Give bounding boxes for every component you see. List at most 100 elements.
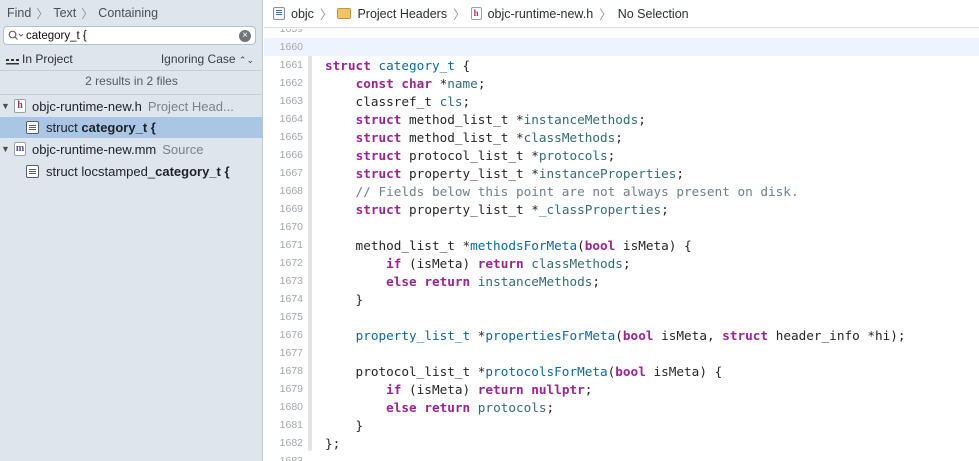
jump-bar: objc 〉 Project Headers 〉 h objc-runtime-… (264, 0, 979, 28)
line-number: 1667 (279, 167, 303, 179)
code-line[interactable]: 1664 struct method_list_t *instanceMetho… (264, 110, 979, 128)
line-number: 1661 (279, 59, 303, 71)
line-number: 1669 (279, 203, 303, 215)
jumpbar-file[interactable]: objc-runtime-new.h (488, 7, 594, 21)
chevron-right-icon: 〉 (319, 8, 333, 22)
jumpbar-group[interactable]: Project Headers (357, 7, 447, 21)
result-file-group: Source (162, 141, 204, 157)
code-line[interactable]: 1678 protocol_list_t *protocolsForMeta(b… (264, 362, 979, 380)
code-text: if (isMeta) return nullptr; (386, 381, 593, 397)
code-line[interactable]: 1661 struct category_t { (264, 56, 979, 74)
header-file-icon: h (470, 7, 482, 20)
search-input[interactable] (26, 29, 226, 42)
code-line[interactable]: 1669 struct property_list_t *_classPrope… (264, 200, 979, 218)
disclosure-triangle-icon[interactable]: ▼ (1, 144, 11, 154)
code-text: struct method_list_t *classMethods; (355, 129, 623, 145)
result-file-group: Project Head... (147, 98, 234, 114)
line-number: 1662 (279, 77, 303, 89)
code-line[interactable]: 1666 struct protocol_list_t *protocols; (264, 146, 979, 164)
match-prefix: struct (46, 120, 82, 135)
line-number: 1682 (279, 437, 303, 449)
code-line[interactable]: 1679 if (isMeta) return nullptr; (264, 380, 979, 398)
result-match-row[interactable]: struct locstamped_category_t { (0, 161, 263, 182)
result-match-text: struct locstamped_category_t { (46, 164, 230, 179)
code-text: method_list_t *methodsForMeta(bool isMet… (325, 237, 692, 253)
code-text: struct property_list_t *instanceProperti… (355, 165, 685, 181)
line-number: 1668 (279, 185, 303, 197)
line-number: 1660 (279, 41, 303, 53)
code-line[interactable]: 1673 else return instanceMethods; (264, 272, 979, 290)
line-number: 1672 (279, 257, 303, 269)
code-line[interactable]: 1671 method_list_t *methodsForMeta(bool … (264, 236, 979, 254)
code-text: // Fields below this point are not alway… (325, 183, 799, 199)
text-match-icon (26, 121, 39, 134)
line-number: 1676 (279, 329, 303, 341)
divider (0, 94, 263, 95)
code-line[interactable]: 1674 } (264, 290, 979, 308)
project-icon (273, 7, 285, 20)
code-text: struct category_t { (325, 57, 471, 73)
result-file-name: objc-runtime-new.mm (32, 141, 157, 157)
divider (0, 70, 263, 71)
find-mode-breadcrumb[interactable]: Find 〉 Text 〉 Containing (7, 5, 158, 21)
code-line[interactable]: 1660 (264, 38, 979, 56)
find-mode-containing[interactable]: Containing (98, 6, 158, 20)
line-number: 1670 (279, 221, 303, 233)
line-number: 1659 (279, 29, 303, 35)
jumpbar-project[interactable]: objc (291, 7, 314, 21)
code-line[interactable]: 1670 (264, 218, 979, 236)
line-number: 1671 (279, 239, 303, 251)
jumpbar-selection[interactable]: No Selection (618, 7, 689, 21)
disclosure-triangle-icon[interactable]: ▼ (1, 101, 11, 111)
code-text: struct property_list_t *_classProperties… (355, 201, 669, 217)
code-line[interactable]: 1682}; (264, 434, 979, 452)
line-number: 1673 (279, 275, 303, 287)
line-number: 1664 (279, 113, 303, 125)
code-line[interactable]: 1683 (264, 452, 979, 461)
match-highlight: category_t { (155, 164, 230, 179)
code-line[interactable]: 1665 struct method_list_t *classMethods; (264, 128, 979, 146)
case-sensitivity-popup[interactable]: Ignoring Case ⌃⌄ (161, 52, 254, 66)
code-line[interactable]: 1662 const char *name; (264, 74, 979, 92)
code-text: }; (325, 435, 341, 451)
code-text: } (325, 291, 364, 307)
code-line[interactable]: 1659 (264, 29, 979, 38)
code-area[interactable]: 1659 1660 1661 struct category_t {1662 cons… (264, 29, 979, 461)
chevron-right-icon: 〉 (453, 8, 466, 22)
find-search-field[interactable]: × (3, 26, 256, 45)
code-line[interactable]: 1663 classref_t cls; (264, 92, 979, 110)
line-number: 1675 (279, 311, 303, 323)
chevron-right-icon: 〉 (599, 8, 612, 22)
code-text: else return protocols; (386, 399, 555, 415)
updown-chevron-icon: ⌃⌄ (238, 55, 254, 65)
chevron-right-icon: 〉 (36, 6, 49, 21)
line-number: 1665 (279, 131, 303, 143)
result-match-row[interactable]: struct category_t { (0, 117, 263, 138)
text-match-icon (26, 165, 39, 178)
code-line[interactable]: 1667 struct property_list_t *instancePro… (264, 164, 979, 182)
code-line[interactable]: 1681 } (264, 416, 979, 434)
find-mode-find[interactable]: Find (7, 6, 31, 20)
line-number: 1674 (279, 293, 303, 305)
line-number: 1666 (279, 149, 303, 161)
code-line[interactable]: 1668 // Fields below this point are not … (264, 182, 979, 200)
code-line[interactable]: 1680 else return protocols; (264, 398, 979, 416)
search-scope-button[interactable]: In Project (22, 52, 73, 66)
scope-icon (6, 55, 19, 65)
code-text: protocol_list_t *protocolsForMeta(bool i… (325, 363, 723, 379)
case-sensitivity-label: Ignoring Case (160, 52, 236, 66)
line-number: 1680 (279, 401, 303, 413)
find-mode-text[interactable]: Text (53, 6, 76, 20)
code-line[interactable]: 1676 property_list_t *propertiesForMeta(… (264, 326, 979, 344)
search-icon[interactable] (4, 27, 26, 44)
code-line[interactable]: 1675 (264, 308, 979, 326)
result-file-row[interactable]: ▼ m objc-runtime-new.mm Source (0, 139, 263, 159)
clear-search-icon[interactable]: × (239, 30, 251, 42)
line-number: 1678 (279, 365, 303, 377)
code-text: } (325, 417, 364, 433)
result-file-row[interactable]: ▼ h objc-runtime-new.h Project Head... (0, 96, 263, 116)
code-line[interactable]: 1677 (264, 344, 979, 362)
code-text: classref_t cls; (325, 93, 471, 109)
result-file-name: objc-runtime-new.h (32, 98, 142, 114)
code-line[interactable]: 1672 if (isMeta) return classMethods; (264, 254, 979, 272)
